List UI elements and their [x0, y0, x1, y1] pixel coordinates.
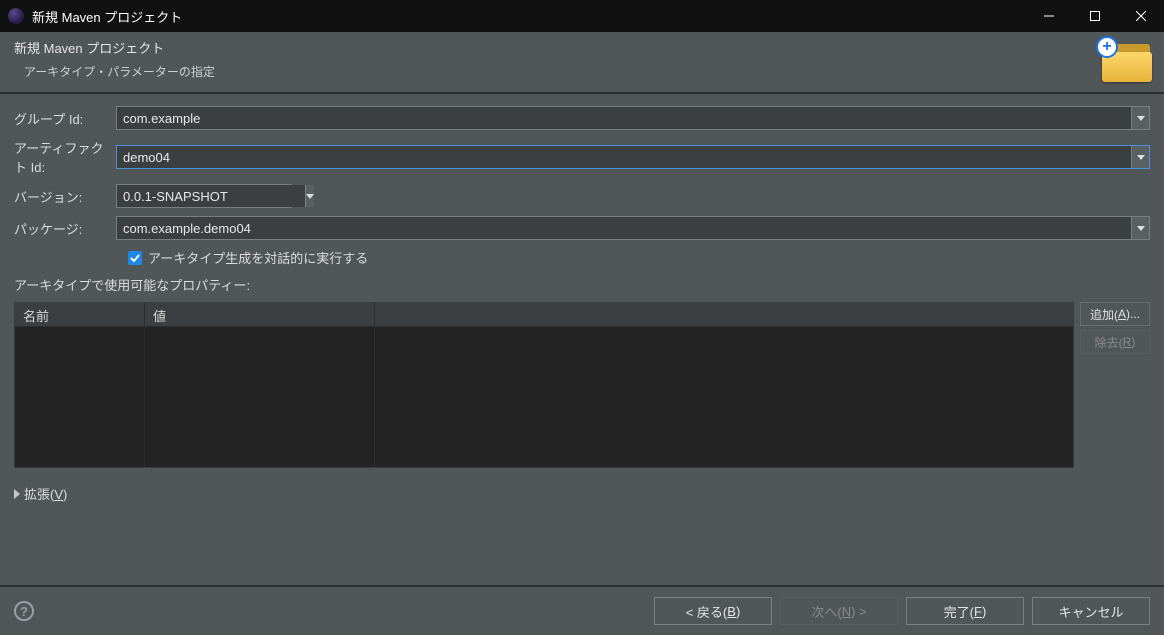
eclipse-logo-icon	[8, 8, 24, 24]
table-header: 名前 値	[15, 303, 1073, 327]
window-title: 新規 Maven プロジェクト	[32, 7, 1026, 26]
cancel-button[interactable]: キャンセル	[1032, 597, 1150, 625]
add-button[interactable]: 追加(A)...	[1080, 302, 1150, 326]
package-dropdown-button[interactable]	[1131, 217, 1149, 239]
button-bar: ? < 戻る(B) 次へ(N) > 完了(F) キャンセル	[0, 585, 1164, 635]
next-button-pre: 次へ(	[811, 602, 841, 621]
remove-button-post: )	[1131, 335, 1135, 349]
artifact-id-label: アーティファクト Id:	[14, 138, 116, 176]
expander-mnemonic: V	[54, 487, 63, 502]
cancel-button-label: キャンセル	[1058, 602, 1123, 621]
col-header-name[interactable]: 名前	[15, 303, 145, 326]
advanced-expander[interactable]: 拡張(V)	[0, 468, 1164, 503]
artifact-id-combo[interactable]	[116, 145, 1150, 169]
remove-button-pre: 除去(	[1095, 334, 1123, 351]
table-body	[15, 327, 1073, 467]
package-input[interactable]	[117, 217, 1131, 239]
interactive-checkbox-label: アーキタイプ生成を対話的に実行する	[148, 248, 368, 267]
version-label: バージョン:	[14, 187, 116, 206]
artifact-id-input[interactable]	[117, 146, 1131, 168]
add-button-post: )...	[1126, 307, 1140, 321]
maximize-button[interactable]	[1072, 0, 1118, 32]
package-combo[interactable]	[116, 216, 1150, 240]
help-button[interactable]: ?	[14, 601, 34, 621]
interactive-checkbox[interactable]	[128, 251, 142, 265]
wizard-header: 新規 Maven プロジェクト アーキタイプ・パラメーターの指定 +	[0, 32, 1164, 92]
expander-collapsed-icon	[14, 489, 20, 499]
artifact-id-dropdown-button[interactable]	[1131, 146, 1149, 168]
col-header-value[interactable]: 値	[145, 303, 375, 326]
version-dropdown-button[interactable]	[305, 185, 314, 207]
back-button-pre: < 戻る(	[686, 602, 728, 621]
col-header-empty	[375, 303, 1073, 326]
group-id-dropdown-button[interactable]	[1131, 107, 1149, 129]
expander-post: )	[63, 487, 67, 502]
form-area: グループ Id: アーティファクト Id: バージョン: パッケージ:	[0, 94, 1164, 302]
minimize-button[interactable]	[1026, 0, 1072, 32]
back-button[interactable]: < 戻る(B)	[654, 597, 772, 625]
finish-button[interactable]: 完了(F)	[906, 597, 1024, 625]
titlebar: 新規 Maven プロジェクト	[0, 0, 1164, 32]
remove-button: 除去(R)	[1080, 330, 1150, 354]
next-button: 次へ(N) >	[780, 597, 898, 625]
close-button[interactable]	[1118, 0, 1164, 32]
group-id-label: グループ Id:	[14, 109, 116, 128]
back-button-post: )	[736, 604, 740, 619]
add-button-mnemonic: A	[1118, 307, 1126, 321]
properties-section-label: アーキタイプで使用可能なプロパティー:	[14, 275, 1150, 294]
version-combo[interactable]	[116, 184, 292, 208]
new-project-icon: +	[1096, 36, 1152, 84]
finish-button-post: )	[982, 604, 986, 619]
package-label: パッケージ:	[14, 219, 116, 238]
finish-button-pre: 完了(	[944, 602, 974, 621]
back-button-mnemonic: B	[727, 604, 736, 619]
wizard-subtitle: アーキタイプ・パラメーターの指定	[24, 63, 1150, 80]
properties-table[interactable]: 名前 値	[14, 302, 1074, 468]
next-button-mnemonic: N	[842, 604, 851, 619]
finish-button-mnemonic: F	[974, 604, 982, 619]
expander-pre: 拡張(	[24, 487, 54, 502]
remove-button-mnemonic: R	[1123, 335, 1132, 349]
add-button-pre: 追加(	[1090, 306, 1118, 323]
group-id-combo[interactable]	[116, 106, 1150, 130]
version-input[interactable]	[117, 185, 305, 207]
wizard-title: 新規 Maven プロジェクト	[14, 38, 1150, 57]
next-button-post: ) >	[851, 604, 867, 619]
group-id-input[interactable]	[117, 107, 1131, 129]
